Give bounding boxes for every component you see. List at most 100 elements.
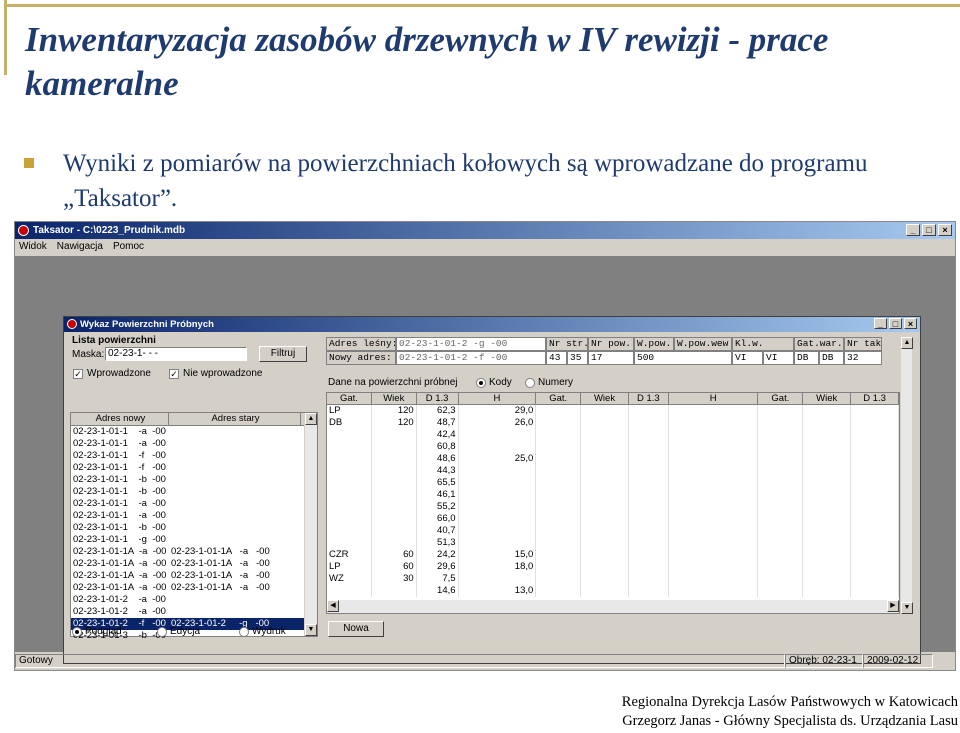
- grid-cell[interactable]: [327, 513, 372, 525]
- grid-cell-empty[interactable]: [536, 417, 582, 429]
- grid-cell-empty[interactable]: [629, 513, 669, 525]
- list-item[interactable]: 02-23-1-01-2 -a -00: [71, 606, 317, 618]
- grid-row[interactable]: 40,7: [327, 525, 899, 537]
- grid-cell-empty[interactable]: [758, 441, 804, 453]
- grid-cell-empty[interactable]: [629, 525, 669, 537]
- grid-cell-empty[interactable]: [851, 417, 899, 429]
- grid-cell-empty[interactable]: [669, 477, 759, 489]
- grid-cell-empty[interactable]: [669, 429, 759, 441]
- grid-row[interactable]: 42,4: [327, 429, 899, 441]
- list-scroll-up[interactable]: ▲: [305, 413, 317, 425]
- list-item[interactable]: 02-23-1-01-1 -b -00: [71, 486, 317, 498]
- grid-row[interactable]: 66,0: [327, 513, 899, 525]
- grid-cell[interactable]: [327, 489, 372, 501]
- list-item[interactable]: 02-23-1-01-1A -a -00 02-23-1-01-1A -a -00: [71, 546, 317, 558]
- grid-cell-empty[interactable]: [803, 537, 852, 549]
- grid-cell-empty[interactable]: [669, 513, 759, 525]
- grid-cell[interactable]: 48,7: [417, 417, 459, 429]
- grid-cell-empty[interactable]: [803, 549, 852, 561]
- grid-cell[interactable]: [459, 465, 537, 477]
- grid-cell-empty[interactable]: [581, 513, 629, 525]
- grid-cell-empty[interactable]: [851, 585, 899, 597]
- grid-cell[interactable]: [327, 465, 372, 477]
- grid-cell-empty[interactable]: [581, 537, 629, 549]
- grid-cell-empty[interactable]: [758, 525, 804, 537]
- grid-cell-empty[interactable]: [851, 489, 899, 501]
- nr-pow-value[interactable]: 17: [588, 351, 634, 365]
- grid-cell[interactable]: WZ: [327, 573, 372, 585]
- trees-grid[interactable]: Gat. Wiek D 1.3 H Gat. Wiek D 1.3 H Gat. Wiek D 1.…: [326, 392, 900, 614]
- grid-cell[interactable]: 62,3: [417, 405, 459, 417]
- grid-cell-empty[interactable]: [536, 573, 582, 585]
- grid-header-cell[interactable]: D 1.3: [417, 393, 459, 404]
- new-button[interactable]: Nowa: [328, 621, 384, 637]
- grid-cell[interactable]: 66,0: [417, 513, 459, 525]
- grid-row[interactable]: 55,2: [327, 501, 899, 513]
- grid-cell-empty[interactable]: [629, 465, 669, 477]
- grid-cell-empty[interactable]: [803, 453, 852, 465]
- grid-cell-empty[interactable]: [581, 525, 629, 537]
- grid-cell[interactable]: 46,1: [417, 489, 459, 501]
- grid-cell-empty[interactable]: [803, 561, 852, 573]
- nowy-adres-value[interactable]: 02-23-1-01-2 -f -00: [396, 351, 546, 365]
- grid-cell[interactable]: [327, 477, 372, 489]
- grid-cell-empty[interactable]: [669, 561, 759, 573]
- grid-cell[interactable]: [372, 441, 417, 453]
- grid-cell[interactable]: [459, 429, 537, 441]
- grid-cell-empty[interactable]: [536, 537, 582, 549]
- grid-cell[interactable]: [459, 513, 537, 525]
- grid-cell-empty[interactable]: [669, 441, 759, 453]
- grid-cell-empty[interactable]: [851, 525, 899, 537]
- grid-row[interactable]: 46,1: [327, 489, 899, 501]
- grid-row[interactable]: LP 60 29,6 18,0: [327, 561, 899, 573]
- grid-row[interactable]: 60,8: [327, 441, 899, 453]
- grid-cell[interactable]: 14,6: [417, 585, 459, 597]
- grid-cell-empty[interactable]: [851, 477, 899, 489]
- grid-cell-empty[interactable]: [629, 429, 669, 441]
- grid-cell[interactable]: [459, 573, 537, 585]
- radio-edycja[interactable]: [157, 627, 167, 637]
- grid-header-cell[interactable]: Wiek: [372, 393, 417, 404]
- grid-cell[interactable]: 48,6: [417, 453, 459, 465]
- grid-cell[interactable]: 18,0: [459, 561, 537, 573]
- grid-cell[interactable]: [372, 501, 417, 513]
- mask-input[interactable]: 02-23-1- - -: [105, 347, 247, 361]
- window-titlebar[interactable]: Taksator - C:\0223_Prudnik.mdb _ □ ×: [15, 222, 955, 239]
- grid-cell-empty[interactable]: [669, 537, 759, 549]
- grid-cell[interactable]: [372, 429, 417, 441]
- grid-row[interactable]: WZ 30 7,5: [327, 573, 899, 585]
- grid-cell[interactable]: 65,5: [417, 477, 459, 489]
- nr-str-value[interactable]: 43: [546, 351, 567, 365]
- grid-cell[interactable]: [372, 477, 417, 489]
- grid-cell[interactable]: 15,0: [459, 549, 537, 561]
- grid-cell[interactable]: 55,2: [417, 501, 459, 513]
- grid-cell-empty[interactable]: [669, 417, 759, 429]
- list-item[interactable]: 02-23-1-01-1 -f -00: [71, 462, 317, 474]
- grid-cell-empty[interactable]: [851, 537, 899, 549]
- grid-cell-empty[interactable]: [758, 573, 804, 585]
- grid-cell-empty[interactable]: [629, 405, 669, 417]
- grid-header-cell[interactable]: D 1.3: [629, 393, 669, 404]
- grid-row[interactable]: CZR 60 24,2 15,0: [327, 549, 899, 561]
- grid-cell-empty[interactable]: [803, 465, 852, 477]
- grid-cell[interactable]: [327, 453, 372, 465]
- grid-cell[interactable]: [327, 501, 372, 513]
- grid-cell-empty[interactable]: [851, 501, 899, 513]
- menu-pomoc[interactable]: Pomoc: [113, 239, 144, 255]
- grid-cell[interactable]: 40,7: [417, 525, 459, 537]
- menu-widok[interactable]: Widok: [19, 239, 47, 255]
- minimize-icon[interactable]: _: [906, 224, 920, 236]
- grid-cell[interactable]: 13,0: [459, 585, 537, 597]
- chk-wprowadzone[interactable]: ✓: [73, 369, 83, 379]
- grid-cell-empty[interactable]: [581, 465, 629, 477]
- grid-cell-empty[interactable]: [803, 573, 852, 585]
- grid-cell-empty[interactable]: [536, 441, 582, 453]
- grid-header-cell[interactable]: H: [669, 393, 759, 404]
- grid-cell-empty[interactable]: [758, 405, 804, 417]
- grid-cell[interactable]: 24,2: [417, 549, 459, 561]
- grid-cell-empty[interactable]: [669, 405, 759, 417]
- grid-cell-empty[interactable]: [758, 477, 804, 489]
- grid-cell[interactable]: [327, 585, 372, 597]
- child-maximize-icon[interactable]: □: [889, 318, 902, 329]
- radio-kody[interactable]: [476, 378, 486, 388]
